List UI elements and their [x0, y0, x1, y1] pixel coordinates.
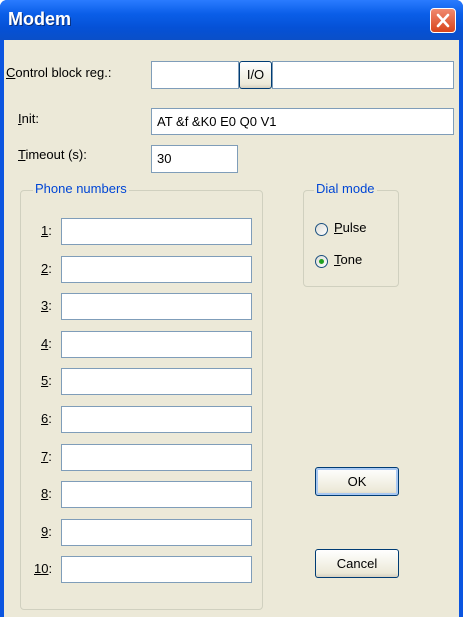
phone-input-3[interactable] — [61, 293, 252, 321]
phone-label-8: 8: — [41, 486, 52, 502]
phone-numbers-group — [20, 190, 263, 610]
phone-label-10: 10: — [34, 561, 53, 577]
cancel-button[interactable]: Cancel — [315, 549, 399, 578]
tone-label[interactable]: Tone — [334, 252, 362, 267]
phone-input-6[interactable] — [61, 406, 252, 433]
phone-label-4: 4: — [41, 335, 52, 351]
timeout-input[interactable]: 30 — [151, 145, 238, 173]
ok-button[interactable]: OK — [315, 467, 399, 496]
io-button[interactable]: I/O — [239, 61, 272, 89]
phone-label-7: 7: — [41, 448, 52, 464]
tone-radio[interactable] — [315, 255, 328, 268]
dial-mode-title: Dial mode — [314, 181, 377, 196]
modem-dialog: Modem Control block reg.: I/O Init: AT &… — [0, 0, 463, 617]
phone-input-9[interactable] — [61, 518, 252, 546]
phone-label-6: 6: — [41, 411, 52, 426]
phone-label-5: 5: — [41, 373, 52, 389]
init-label: Init: — [18, 111, 39, 126]
window-title: Modem — [8, 9, 71, 29]
dialog-body: Control block reg.: I/O Init: AT &f &K0 … — [4, 40, 459, 617]
init-input[interactable]: AT &f &K0 E0 Q0 V1 — [151, 108, 454, 135]
phone-input-2[interactable] — [61, 255, 252, 283]
phone-input-7[interactable] — [61, 443, 252, 471]
control-block-input-2[interactable] — [272, 61, 454, 89]
phone-label-2: 2: — [41, 260, 52, 276]
phone-numbers-title: Phone numbers — [33, 181, 129, 196]
phone-label-9: 9: — [41, 523, 52, 539]
pulse-label[interactable]: Pulse — [334, 220, 367, 235]
phone-input-8[interactable] — [61, 481, 252, 509]
phone-input-4[interactable] — [61, 330, 252, 358]
control-block-input[interactable] — [151, 61, 239, 89]
close-button[interactable] — [430, 8, 456, 33]
dial-mode-group — [303, 190, 399, 287]
control-block-label: Control block reg.: — [6, 65, 112, 80]
title-bar[interactable]: Modem — [0, 0, 463, 40]
phone-input-10[interactable] — [61, 556, 252, 584]
timeout-label: Timeout (s): — [18, 147, 87, 162]
pulse-radio[interactable] — [315, 223, 328, 236]
phone-label-3: 3: — [41, 298, 52, 314]
phone-input-5[interactable] — [61, 368, 252, 396]
phone-label-1: 1: — [41, 223, 52, 238]
phone-input-1[interactable] — [61, 218, 252, 245]
